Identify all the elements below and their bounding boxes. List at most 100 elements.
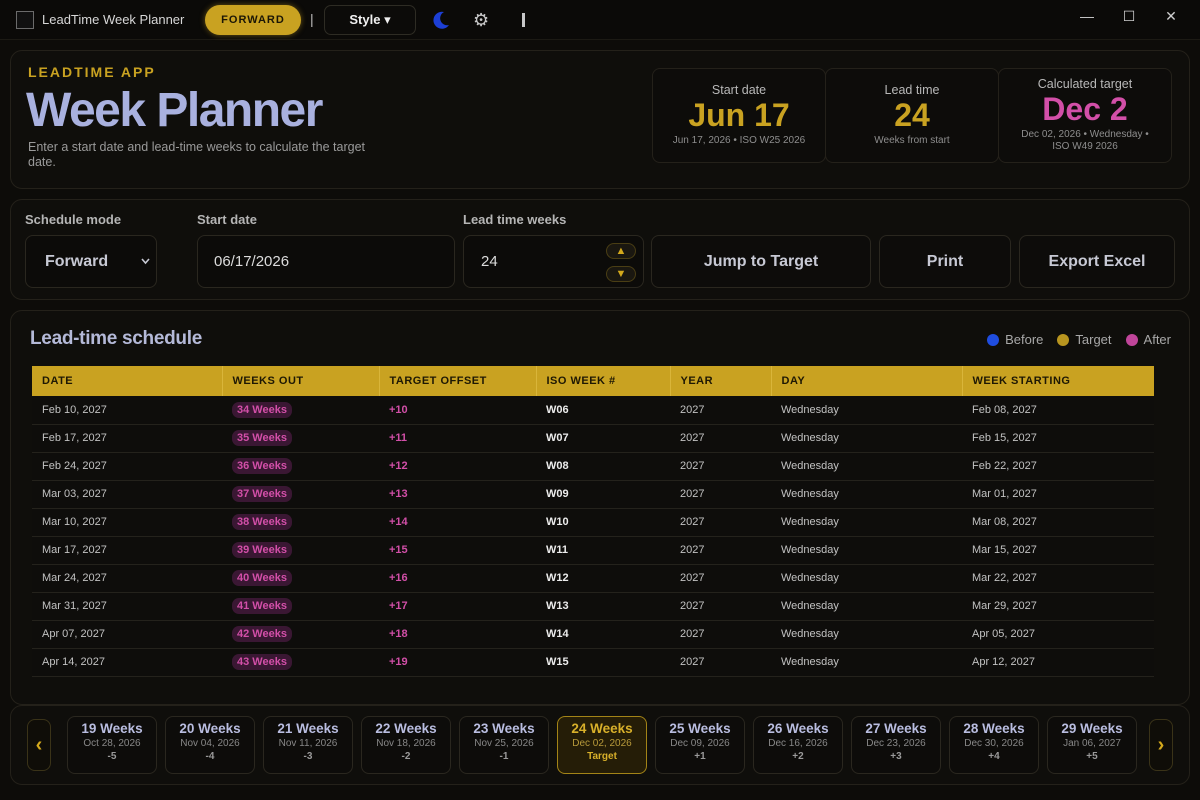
week-card-target[interactable]: 24 Weeks Dec 02, 2026 Target xyxy=(557,716,647,774)
maximize-button[interactable]: ☐ xyxy=(1117,8,1141,25)
schedule-mode-select[interactable]: Forward xyxy=(25,235,157,288)
week-card[interactable]: 21 Weeks Nov 11, 2026 -3 xyxy=(263,716,353,774)
table-row[interactable]: Apr 07, 2027 42 Weeks +18 W14 2027 Wednesday A… xyxy=(32,620,1154,649)
column-header[interactable]: YEAR xyxy=(670,366,772,396)
start-date-value: 06/17/2026 xyxy=(214,253,290,270)
cell-year: 2027 xyxy=(670,536,771,565)
cell-date: Mar 03, 2027 xyxy=(32,480,222,509)
table-row[interactable]: Mar 10, 2027 38 Weeks +14 W10 2027 Wednesday M… xyxy=(32,508,1154,537)
cell-year: 2027 xyxy=(670,620,771,649)
style-dropdown-button[interactable]: Style ▾ xyxy=(324,5,416,35)
cell-target-offset: +16 xyxy=(379,564,536,593)
start-date-label: Start date xyxy=(197,212,257,227)
window-checkbox[interactable] xyxy=(16,11,34,29)
weeks-badge: 39 Weeks xyxy=(232,542,292,558)
gear-icon[interactable]: ⚙ xyxy=(473,9,489,31)
next-week-button[interactable]: › xyxy=(1149,719,1173,771)
table-row[interactable]: Feb 10, 2027 34 Weeks +10 W06 2027 Wednesday F… xyxy=(32,396,1154,425)
week-card-weeks: 19 Weeks xyxy=(81,721,143,736)
stat-sub: Weeks from start xyxy=(874,135,950,146)
week-card[interactable]: 22 Weeks Nov 18, 2026 -2 xyxy=(361,716,451,774)
cell-target-offset: +13 xyxy=(379,480,536,509)
export-excel-button[interactable]: Export Excel xyxy=(1019,235,1175,288)
minimize-button[interactable]: — xyxy=(1075,8,1099,24)
stat-lead-time: Lead time 24 Weeks from start xyxy=(825,68,999,163)
week-card-weeks: 22 Weeks xyxy=(375,721,437,736)
cell-year: 2027 xyxy=(670,508,771,537)
week-card[interactable]: 25 Weeks Dec 09, 2026 +1 xyxy=(655,716,745,774)
column-header[interactable]: WEEKS OUT xyxy=(222,366,380,396)
schedule-mode-label: Schedule mode xyxy=(25,212,122,227)
cell-date: Feb 24, 2027 xyxy=(32,452,222,481)
cell-day: Wednesday xyxy=(771,592,962,621)
weeks-badge: 35 Weeks xyxy=(232,430,292,446)
week-card[interactable]: 23 Weeks Nov 25, 2026 -1 xyxy=(459,716,549,774)
week-card-date: Dec 02, 2026 xyxy=(572,738,632,749)
controls-card: Schedule mode Forward Start date 06/17/2… xyxy=(10,199,1190,300)
mode-pill-button[interactable]: FORWARD xyxy=(205,5,301,35)
prev-week-button[interactable]: ‹ xyxy=(27,719,51,771)
week-card[interactable]: 26 Weeks Dec 16, 2026 +2 xyxy=(753,716,843,774)
lead-time-stepper[interactable]: 24 ▲ ▼ xyxy=(463,235,644,288)
table-row[interactable]: Mar 31, 2027 41 Weeks +17 W13 2027 Wednesday M… xyxy=(32,592,1154,621)
stat-sub: Jun 17, 2026 • ISO W25 2026 xyxy=(672,135,806,146)
week-card[interactable]: 19 Weeks Oct 28, 2026 -5 xyxy=(67,716,157,774)
moon-icon[interactable] xyxy=(430,9,452,31)
table-row[interactable]: Mar 17, 2027 39 Weeks +15 W11 2027 Wednesday M… xyxy=(32,536,1154,565)
week-card[interactable]: 29 Weeks Jan 06, 2027 +5 xyxy=(1047,716,1137,774)
increment-button[interactable]: ▲ xyxy=(606,243,636,259)
cell-year: 2027 xyxy=(670,648,771,677)
stat-label: Calculated target xyxy=(1037,77,1133,91)
start-date-field[interactable]: 06/17/2026 xyxy=(197,235,455,288)
cell-day: Wednesday xyxy=(771,396,962,425)
legend-dot-target xyxy=(1057,333,1070,346)
table-row[interactable]: Mar 24, 2027 40 Weeks +16 W12 2027 Wednesday M… xyxy=(32,564,1154,593)
table-row[interactable]: Feb 17, 2027 35 Weeks +11 W07 2027 Wednesday F… xyxy=(32,424,1154,453)
cell-iso-week: W15 xyxy=(536,648,670,677)
schedule-title: Lead-time schedule xyxy=(30,328,202,349)
chevron-down-icon xyxy=(141,258,150,265)
schedule-mode-value: Forward xyxy=(45,252,109,270)
week-card[interactable]: 20 Weeks Nov 04, 2026 -4 xyxy=(165,716,255,774)
table-row[interactable]: Apr 14, 2027 43 Weeks +19 W15 2027 Wednesday A… xyxy=(32,648,1154,677)
weeks-badge: 37 Weeks xyxy=(232,486,292,502)
table-row[interactable]: Mar 03, 2027 37 Weeks +13 W09 2027 Wednesday M… xyxy=(32,480,1154,509)
week-card-date: Dec 23, 2026 xyxy=(866,738,926,749)
print-button[interactable]: Print xyxy=(879,235,1011,288)
week-card-offset: -1 xyxy=(499,751,509,762)
jump-to-target-button[interactable]: Jump to Target xyxy=(651,235,871,288)
week-card[interactable]: 28 Weeks Dec 30, 2026 +4 xyxy=(949,716,1039,774)
cell-weeks-out: 40 Weeks xyxy=(222,564,379,593)
schedule-table-container[interactable]: DATE WEEKS OUT TARGET OFFSET ISO WEEK # … xyxy=(32,366,1154,684)
week-card-date: Nov 18, 2026 xyxy=(376,738,436,749)
page-subtitle: Enter a start date and lead-time weeks t… xyxy=(28,140,365,169)
column-header[interactable]: WEEK STARTING xyxy=(962,366,1154,396)
close-button[interactable]: ✕ xyxy=(1159,8,1183,25)
cell-week-starting: Mar 01, 2027 xyxy=(962,480,1154,509)
cell-iso-week: W06 xyxy=(536,396,670,425)
week-card[interactable]: 27 Weeks Dec 23, 2026 +3 xyxy=(851,716,941,774)
cell-day: Wednesday xyxy=(771,648,962,677)
cell-weeks-out: 43 Weeks xyxy=(222,648,379,677)
cell-target-offset: +12 xyxy=(379,452,536,481)
cell-iso-week: W12 xyxy=(536,564,670,593)
title-bar: LeadTime Week Planner FORWARD | Style ▾ … xyxy=(0,0,1200,40)
week-card-offset: +1 xyxy=(694,751,706,762)
column-header[interactable]: ISO WEEK # xyxy=(536,366,671,396)
cell-year: 2027 xyxy=(670,592,771,621)
stat-sub: Dec 02, 2026 • Wednesday • ISO W49 2026 xyxy=(1021,129,1149,152)
week-card-weeks: 20 Weeks xyxy=(179,721,241,736)
week-card-date: Dec 16, 2026 xyxy=(768,738,828,749)
week-card-offset: -3 xyxy=(303,751,313,762)
column-header[interactable]: DATE xyxy=(32,366,223,396)
cell-weeks-out: 34 Weeks xyxy=(222,396,379,425)
column-header[interactable]: TARGET OFFSET xyxy=(379,366,537,396)
page-title: Week Planner xyxy=(26,84,323,137)
week-card-offset: Target xyxy=(587,751,617,762)
column-header[interactable]: DAY xyxy=(771,366,963,396)
stat-value: Dec 2 xyxy=(1042,91,1128,127)
table-row[interactable]: Feb 24, 2027 36 Weeks +12 W08 2027 Wednesday F… xyxy=(32,452,1154,481)
titlebar-separator: | xyxy=(310,11,314,27)
decrement-button[interactable]: ▼ xyxy=(606,266,636,282)
table-header-row: DATE WEEKS OUT TARGET OFFSET ISO WEEK # … xyxy=(32,366,1154,396)
